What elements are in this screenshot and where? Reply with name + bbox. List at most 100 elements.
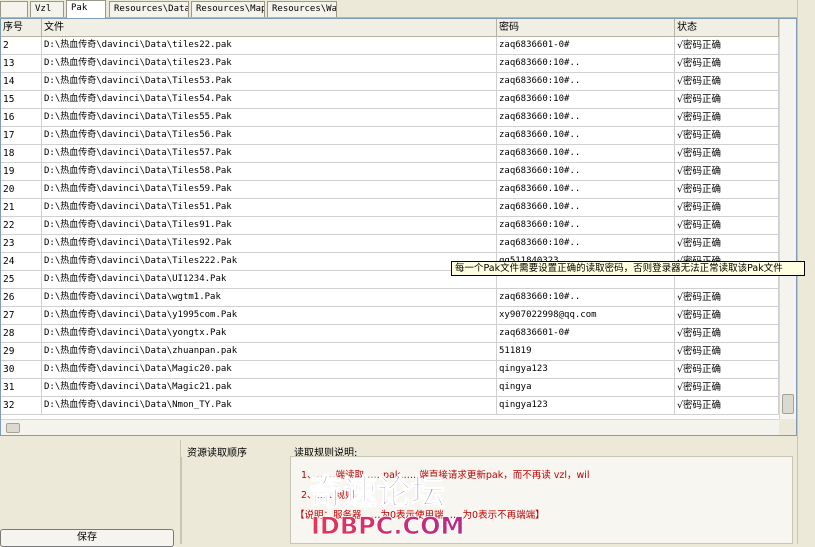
row-status: √密码正确 (675, 397, 779, 415)
watermark-line-2: IDBPC.COM (311, 512, 464, 540)
row-file-path: D:\热血传奇\davinci\Data\wgtm1.Pak (42, 289, 497, 307)
row-password[interactable]: zaq683660.10#.. (497, 199, 675, 217)
row-password[interactable]: zaq683660.10#.. (497, 181, 675, 199)
table-row[interactable]: 18 D:\热血传奇\davinci\Data\Tiles57.Pak zaq683… (1, 145, 779, 163)
row-number: 21 (1, 199, 42, 217)
tab-5[interactable]: Resources\Wav (267, 1, 337, 17)
row-number: 25 (1, 271, 42, 289)
row-status: √密码正确 (675, 289, 779, 307)
column-header-file[interactable]: 文件 (42, 19, 497, 37)
row-password[interactable]: qingya123 (497, 397, 675, 415)
table-row[interactable]: 27 D:\热血传奇\davinci\Data\y1995com.Pak xy907… (1, 307, 779, 325)
table-row[interactable]: 2 D:\热血传奇\davinci\Data\tiles22.pak zaq6836… (1, 37, 779, 55)
row-password[interactable]: zaq683660:10# (497, 91, 675, 109)
horizontal-scroll-thumb[interactable] (6, 423, 20, 433)
site-watermark-logo: 奇速论坛 IDBPC.COM (308, 472, 464, 540)
tab-strip: Vzl Pak Resources\Data Resources\Map Resourc… (0, 0, 815, 18)
row-file-path: D:\热血传奇\davinci\Data\Tiles58.Pak (42, 163, 497, 181)
row-password[interactable]: zaq683660:10#.. (497, 217, 675, 235)
row-password[interactable]: qingya123 (497, 361, 675, 379)
vertical-scrollbar[interactable] (779, 19, 796, 419)
tab-3[interactable]: Resources\Data (109, 1, 189, 17)
tab-1[interactable]: Vzl (30, 1, 64, 17)
table-row[interactable]: 26 D:\热血传奇\davinci\Data\wgtm1.Pak zaq68366… (1, 289, 779, 307)
row-password[interactable]: zaq683660:10#.. (497, 163, 675, 181)
row-file-path: D:\热血传奇\davinci\Data\Tiles57.Pak (42, 145, 497, 163)
row-status: √密码正确 (675, 37, 779, 55)
row-status: √密码正确 (675, 91, 779, 109)
table-row[interactable]: 23 D:\热血传奇\davinci\Data\Tiles92.Pak zaq683… (1, 235, 779, 253)
row-password[interactable]: zaq683660:10#.. (497, 235, 675, 253)
table-row[interactable]: 13 D:\热血传奇\davinci\Data\tiles23.Pak zaq683… (1, 55, 779, 73)
row-number: 18 (1, 145, 42, 163)
resource-order-list[interactable] (181, 457, 282, 544)
row-number: 22 (1, 217, 42, 235)
row-number: 15 (1, 91, 42, 109)
row-status: √密码正确 (675, 181, 779, 199)
row-file-path: D:\热血传奇\davinci\Data\y1995com.Pak (42, 307, 497, 325)
row-number: 13 (1, 55, 42, 73)
column-header-password[interactable]: 密码 (497, 19, 675, 37)
horizontal-scrollbar[interactable] (1, 419, 779, 435)
row-file-path: D:\热血传奇\davinci\Data\Magic21.pak (42, 379, 497, 397)
table-row[interactable]: 15 D:\热血传奇\davinci\Data\Tiles54.Pak zaq683… (1, 91, 779, 109)
row-status: √密码正确 (675, 73, 779, 91)
table-row[interactable]: 28 D:\热血传奇\davinci\Data\yongtx.Pak zaq6836… (1, 325, 779, 343)
scroll-corner (779, 419, 796, 435)
table-row[interactable]: 21 D:\热血传奇\davinci\Data\Tiles51.Pak zaq683… (1, 199, 779, 217)
save-button[interactable]: 保存 (0, 529, 174, 547)
table-row[interactable]: 17 D:\热血传奇\davinci\Data\Tiles56.Pak zaq683… (1, 127, 779, 145)
row-password[interactable]: xy907022998@qq.com (497, 307, 675, 325)
row-status: √密码正确 (675, 325, 779, 343)
row-status: √密码正确 (675, 217, 779, 235)
row-number: 28 (1, 325, 42, 343)
row-number: 30 (1, 361, 42, 379)
tab-0[interactable] (0, 1, 28, 17)
row-password[interactable]: zaq683660:10#.. (497, 109, 675, 127)
table-row[interactable]: 19 D:\热血传奇\davinci\Data\Tiles58.Pak zaq683… (1, 163, 779, 181)
row-status: √密码正确 (675, 235, 779, 253)
grid-header: 序号 文件 密码 状态 (1, 19, 779, 37)
row-password[interactable]: zaq683660:10#.. (497, 289, 675, 307)
row-password[interactable]: zaq6836601-0# (497, 37, 675, 55)
row-password[interactable]: zaq683660.10#.. (497, 145, 675, 163)
row-number: 2 (1, 37, 42, 55)
table-row[interactable]: 30 D:\热血传奇\davinci\Data\Magic20.pak qingya… (1, 361, 779, 379)
row-number: 29 (1, 343, 42, 361)
row-file-path: D:\热血传奇\davinci\Data\Nmon_TY.Pak (42, 397, 497, 415)
row-file-path: D:\热血传奇\davinci\Data\tiles22.pak (42, 37, 497, 55)
table-row[interactable]: 20 D:\热血传奇\davinci\Data\Tiles59.Pak zaq683… (1, 181, 779, 199)
row-file-path: D:\热血传奇\davinci\Data\Tiles92.Pak (42, 235, 497, 253)
table-row[interactable]: 32 D:\热血传奇\davinci\Data\Nmon_TY.Pak qingya… (1, 397, 779, 415)
table-row[interactable]: 22 D:\热血传奇\davinci\Data\Tiles91.Pak zaq683… (1, 217, 779, 235)
row-password[interactable]: zaq6836601-0# (497, 325, 675, 343)
row-file-path: D:\热血传奇\davinci\Data\Tiles59.Pak (42, 181, 497, 199)
row-file-path: D:\热血传奇\davinci\Data\Tiles56.Pak (42, 127, 497, 145)
column-header-number[interactable]: 序号 (1, 19, 42, 37)
table-row[interactable]: 29 D:\热血传奇\davinci\Data\zhuanpan.pak 51181… (1, 343, 779, 361)
row-password[interactable]: zaq683660:10#.. (497, 73, 675, 91)
vertical-scroll-thumb[interactable] (782, 394, 794, 414)
row-status: √密码正确 (675, 55, 779, 73)
tab-2[interactable]: Pak (66, 0, 106, 18)
table-row[interactable]: 16 D:\热血传奇\davinci\Data\Tiles55.Pak zaq683… (1, 109, 779, 127)
row-password[interactable]: 511819 (497, 343, 675, 361)
pak-file-grid: 序号 文件 密码 状态 2 D:\热血传奇\davinci\Data\tiles2… (0, 18, 797, 436)
row-password[interactable]: qingya (497, 379, 675, 397)
watermark-line-1: 奇速论坛 (309, 473, 445, 513)
row-password[interactable]: zaq683660:10#.. (497, 55, 675, 73)
tab-4[interactable]: Resources\Map (191, 1, 265, 17)
row-status: √密码正确 (675, 163, 779, 181)
column-header-status[interactable]: 状态 (675, 19, 779, 37)
row-status: √密码正确 (675, 145, 779, 163)
row-file-path: D:\热血传奇\davinci\Data\zhuanpan.pak (42, 343, 497, 361)
row-file-path: D:\热血传奇\davinci\Data\Tiles54.Pak (42, 91, 497, 109)
row-status: √密码正确 (675, 343, 779, 361)
row-file-path: D:\热血传奇\davinci\Data\Tiles222.Pak (42, 253, 497, 271)
row-status: √密码正确 (675, 199, 779, 217)
row-status: √密码正确 (675, 379, 779, 397)
table-row[interactable]: 14 D:\热血传奇\davinci\Data\Tiles53.Pak zaq683… (1, 73, 779, 91)
row-password[interactable]: zaq683660.10#.. (497, 127, 675, 145)
table-row[interactable]: 31 D:\热血传奇\davinci\Data\Magic21.pak qingya… (1, 379, 779, 397)
row-status: √密码正确 (675, 109, 779, 127)
